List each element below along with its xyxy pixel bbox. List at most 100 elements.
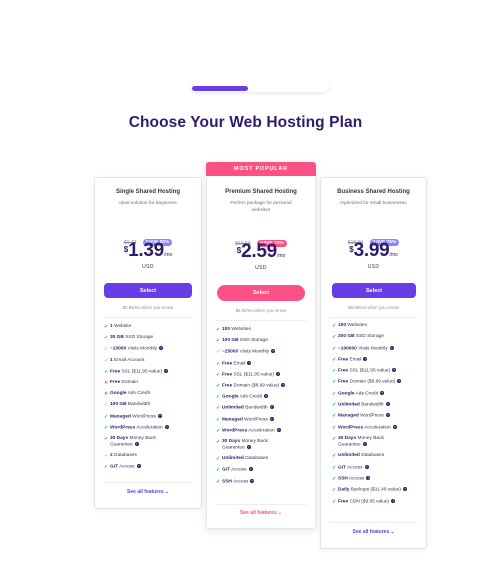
info-icon[interactable]: ?	[385, 402, 390, 407]
info-icon[interactable]: ?	[392, 368, 397, 373]
info-icon[interactable]: ?	[392, 424, 397, 429]
info-icon[interactable]: ?	[246, 445, 251, 450]
feature-highlight: Unlimited	[338, 402, 360, 408]
divider	[104, 482, 192, 483]
feature-item[interactable]: ✓ GIT Access?	[104, 464, 169, 475]
info-icon[interactable]: ?	[136, 464, 141, 469]
select-plan-button[interactable]: Select	[332, 283, 416, 298]
feature-item[interactable]: ✓ Unlimited Bandwidth?	[332, 402, 407, 413]
feature-item[interactable]: ✓ Unlimited Bandwidth?	[216, 405, 285, 416]
feature-item[interactable]: ✓ Managed WordPress?	[216, 416, 285, 428]
feature-item[interactable]: ✓ Free SSL ($11.95 value)?	[104, 368, 169, 380]
feature-item[interactable]: ✓ WordPress Acceleration?	[104, 424, 169, 436]
see-all-features-link[interactable]: See all features⌄	[207, 510, 315, 516]
feature-item[interactable]: ✓ ~100000 Visits Monthly?	[332, 345, 407, 357]
feature-text-continued: Guarantee	[222, 445, 245, 451]
feature-item[interactable]: ✓ Free Domain ($8.99 value)?	[216, 382, 286, 394]
feature-list: ✓ 100 Websites ✓ 100 GB SSD Storage ✓ ~25000 …	[216, 327, 286, 490]
info-icon[interactable]: ?	[157, 413, 162, 418]
check-icon: ✓	[216, 478, 221, 485]
plan-price: $3.99/mo	[321, 240, 426, 262]
info-icon[interactable]: ?	[269, 405, 274, 410]
check-icon: ✓	[216, 416, 221, 423]
info-icon[interactable]: ?	[402, 487, 407, 492]
divider	[330, 317, 417, 318]
feature-item[interactable]: ✓ Free SSL ($11.95 value)?	[216, 371, 285, 383]
info-icon[interactable]: ?	[364, 464, 369, 469]
info-icon[interactable]: ?	[385, 413, 390, 418]
info-icon[interactable]: ?	[248, 467, 253, 472]
feature-highlight: ~100000	[338, 345, 357, 351]
feature-highlight: 30 Days	[110, 435, 129, 441]
feature-item[interactable]: ✓ Free Domain ($8.99 value)?	[332, 379, 407, 390]
feature-item[interactable]: ✓ Managed WordPress?	[332, 413, 407, 424]
info-icon[interactable]: ?	[389, 345, 394, 350]
select-plan-button[interactable]: Select	[104, 283, 192, 298]
info-icon[interactable]: ?	[366, 476, 371, 481]
see-all-features-link[interactable]: See all features⌄	[321, 529, 426, 535]
feature-item[interactable]: ✓ Free CDN ($9.95 value)?	[332, 498, 407, 510]
info-icon[interactable]: ?	[264, 394, 268, 399]
info-icon[interactable]: ?	[247, 360, 252, 365]
feature-item[interactable]: ✓ SSH Access?	[332, 476, 407, 487]
feature-item[interactable]: ✓ GIT Access?	[332, 464, 407, 476]
select-plan-button[interactable]: Select	[217, 285, 305, 301]
feature-item[interactable]: ✓ SSH Access?	[216, 478, 285, 490]
feature-item[interactable]: ✓ WordPress Acceleration?	[216, 427, 285, 439]
feature-text: Money Back	[356, 435, 384, 441]
feature-item[interactable]: ✓ Free Email?	[332, 356, 407, 368]
feature-item[interactable]: ✓ Free Email?	[216, 360, 285, 372]
billing-period-toggle[interactable]	[190, 80, 330, 92]
info-icon[interactable]: ?	[134, 442, 139, 447]
check-icon: ✓	[332, 368, 337, 375]
price-period: /mo	[276, 253, 286, 259]
feature-item[interactable]: ✓ 30 Days Money Back Guarantee?	[104, 436, 169, 453]
feature-list: ✓ 100 Websites ✓ 200 GB SSD Storage ✓ ~100000…	[332, 323, 407, 510]
feature-item[interactable]: ✓ Google Ads Credit?	[216, 394, 285, 405]
info-icon[interactable]: ?	[164, 424, 169, 429]
plan-name: Single Shared Hosting	[115, 189, 180, 195]
feature-text: SSL ($11.95 value)	[348, 368, 391, 374]
plan-card-single: Single Shared Hosting Ideal solution for…	[94, 177, 202, 509]
price-amount: 1.39	[128, 240, 164, 261]
info-icon[interactable]: ?	[397, 379, 402, 384]
feature-text: SSD Storage	[123, 335, 154, 341]
feature-item[interactable]: ✓ GIT Access?	[216, 467, 285, 478]
price-period: /mo	[163, 252, 173, 258]
feature-text: Website	[112, 324, 132, 329]
info-icon[interactable]: ?	[250, 478, 255, 483]
feature-item[interactable]: ✓ WordPress Acceleration?	[332, 424, 407, 436]
feature-highlight: Managed	[222, 416, 243, 422]
feature-text: Websites	[346, 323, 367, 328]
info-icon[interactable]: ?	[276, 427, 281, 432]
feature-item[interactable]: ✓ ~10000 Visits Monthly?	[104, 346, 169, 357]
info-icon[interactable]: ?	[158, 346, 163, 351]
info-icon[interactable]: ?	[363, 356, 368, 361]
info-icon[interactable]: ?	[391, 498, 396, 503]
feature-item[interactable]: ✓ Free SSL ($11.95 value)?	[332, 368, 407, 379]
info-icon[interactable]: ?	[270, 349, 275, 354]
renewal-price-note: $8.99/mo when you renew	[348, 305, 399, 310]
info-icon[interactable]: ?	[276, 371, 281, 376]
feature-text: Email	[232, 360, 246, 366]
feature-item[interactable]: ✓ Daily Backups ($11.40 value)?	[332, 487, 407, 498]
feature-item[interactable]: ✓ ~25000 Visits Monthly?	[216, 349, 285, 360]
plan-card-premium: MOST POPULAR Premium Shared Hosting Perf…	[206, 162, 316, 529]
warning-check-icon: ✓	[216, 349, 221, 356]
info-icon[interactable]: ?	[362, 442, 367, 447]
cross-icon: ✕	[104, 391, 109, 398]
info-icon[interactable]: ?	[164, 368, 169, 373]
feature-item[interactable]: ✓ 30 Days Money Back Guarantee?	[332, 436, 407, 454]
feature-highlight: Google	[338, 391, 355, 397]
feature-text: Email Account	[112, 357, 145, 363]
info-icon[interactable]: ?	[269, 416, 274, 421]
feature-item[interactable]: ✓ 30 Days Money Back Guarantee?	[216, 439, 285, 456]
see-all-features-link[interactable]: See all features⌄	[95, 489, 201, 495]
info-icon[interactable]: ?	[380, 390, 384, 395]
currency-code: USD	[255, 265, 267, 271]
feature-item[interactable]: ✓ Google Ads Credit?	[332, 390, 407, 402]
feature-item: ✓ 2 Databases	[104, 453, 169, 464]
feature-highlight: Google	[110, 391, 127, 397]
info-icon[interactable]: ?	[281, 382, 286, 387]
feature-item[interactable]: ✓ Managed WordPress?	[104, 413, 169, 425]
